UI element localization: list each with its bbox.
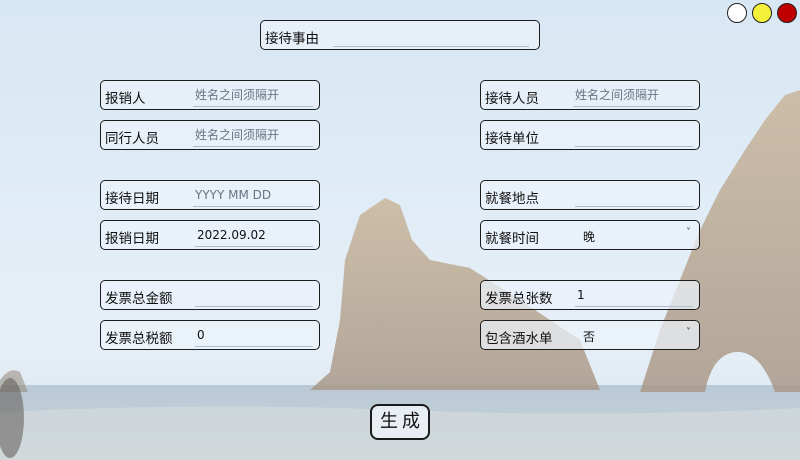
maximize-button[interactable] xyxy=(752,3,772,23)
reception-unit-label: 接待单位 xyxy=(485,131,539,147)
chevron-down-icon[interactable]: ˅ xyxy=(686,327,691,338)
reception-date-label: 接待日期 xyxy=(105,191,159,207)
invoice-total-amount-label: 发票总金额 xyxy=(105,291,173,307)
invoice-count-input[interactable] xyxy=(575,283,693,307)
dining-place-input[interactable] xyxy=(575,183,693,207)
reason-label: 接待事由 xyxy=(265,31,319,47)
close-button[interactable] xyxy=(777,3,797,23)
includes-alcohol-select[interactable]: 否 xyxy=(581,323,597,347)
reception-unit-input[interactable] xyxy=(575,123,693,147)
invoice-total-amount-field: 发票总金额 xyxy=(100,280,320,310)
invoice-count-label: 发票总张数 xyxy=(485,291,553,307)
minimize-button[interactable] xyxy=(727,3,747,23)
companions-label: 同行人员 xyxy=(105,131,159,147)
reimburser-field: 报销人 xyxy=(100,80,320,110)
chevron-down-icon[interactable]: ˅ xyxy=(686,227,691,238)
reason-field: 接待事由 xyxy=(260,20,540,50)
invoice-total-tax-label: 发票总税额 xyxy=(105,331,173,347)
generate-button[interactable]: 生成 xyxy=(370,404,430,440)
reimburse-date-field: 报销日期 xyxy=(100,220,320,250)
dining-time-select[interactable]: 晚 xyxy=(581,223,597,247)
reception-staff-label: 接待人员 xyxy=(485,91,539,107)
reception-staff-input[interactable] xyxy=(573,83,693,107)
companions-input[interactable] xyxy=(193,123,313,147)
dining-time-label: 就餐时间 xyxy=(485,231,539,247)
reimburse-date-input[interactable] xyxy=(195,223,313,247)
reason-input[interactable] xyxy=(333,23,529,47)
dining-place-label: 就餐地点 xyxy=(485,191,539,207)
reception-staff-field: 接待人员 xyxy=(480,80,700,110)
reimburse-date-label: 报销日期 xyxy=(105,231,159,247)
reimburser-label: 报销人 xyxy=(105,91,146,107)
dining-time-field[interactable]: 就餐时间 晚 ˅ xyxy=(480,220,700,250)
invoice-count-field: 发票总张数 xyxy=(480,280,700,310)
dining-place-field: 就餐地点 xyxy=(480,180,700,210)
reception-date-field: 接待日期 xyxy=(100,180,320,210)
includes-alcohol-field[interactable]: 包含酒水单 否 ˅ xyxy=(480,320,700,350)
includes-alcohol-label: 包含酒水单 xyxy=(485,331,553,347)
reception-date-input[interactable] xyxy=(193,183,313,207)
invoice-total-amount-input[interactable] xyxy=(195,283,313,307)
invoice-total-tax-input[interactable] xyxy=(195,323,313,347)
invoice-total-tax-field: 发票总税额 xyxy=(100,320,320,350)
companions-field: 同行人员 xyxy=(100,120,320,150)
reception-unit-field: 接待单位 xyxy=(480,120,700,150)
reimburser-input[interactable] xyxy=(193,83,313,107)
